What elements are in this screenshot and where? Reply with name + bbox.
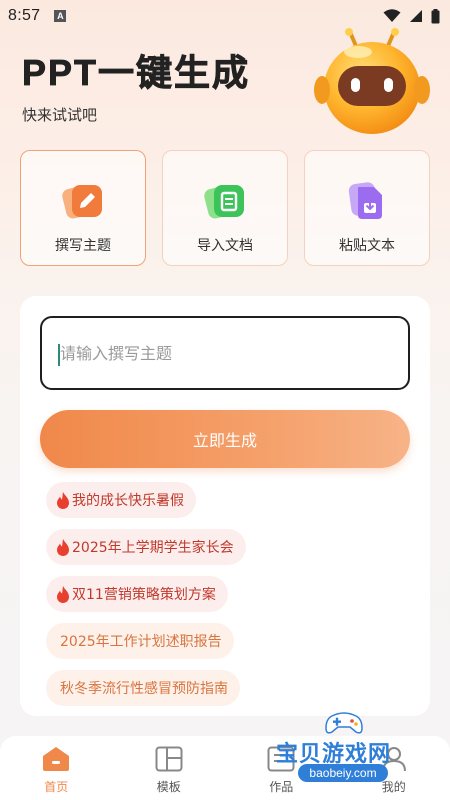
suggestion-chip[interactable]: 秋冬季流行性感冒预防指南: [46, 670, 240, 706]
suggestion-text: 秋冬季流行性感冒预防指南: [60, 681, 228, 697]
suggestion-text: 双11营销策略策划方案: [72, 587, 216, 603]
text-caret: [58, 344, 60, 366]
suggestion-list: 我的成长快乐暑假 2025年上学期学生家长会 双11营销策略策划方案 2025年…: [46, 482, 416, 717]
suggestion-text: 2025年工作计划述职报告: [60, 634, 222, 650]
document-import-icon: [204, 185, 244, 219]
topic-input-container: [40, 316, 410, 390]
home-icon: [43, 747, 70, 771]
signal-icon: [410, 10, 422, 22]
fire-icon: [57, 538, 69, 556]
suggestion-text: 2025年上学期学生家长会: [72, 540, 234, 556]
paste-file-icon: [348, 182, 382, 219]
nav-item-home[interactable]: 首页: [0, 736, 113, 800]
suggestion-text: 我的成长快乐暑假: [72, 493, 184, 509]
suggestion-chip[interactable]: 我的成长快乐暑假: [46, 482, 196, 518]
watermark-url: baobeiy.com: [298, 764, 388, 782]
nav-label: 首页: [44, 780, 69, 794]
gamepad-icon: [325, 712, 363, 734]
notification-a-icon: A: [54, 10, 67, 22]
fire-icon: [57, 585, 69, 603]
suggestion-chip[interactable]: 2025年工作计划述职报告: [46, 623, 234, 659]
mode-paste-text[interactable]: 粘贴文本: [304, 150, 430, 266]
status-icons: [383, 8, 440, 24]
fire-icon: [57, 491, 69, 509]
watermark: 宝贝游戏网 baobeiy.com: [272, 708, 432, 790]
page-title: PPT一键生成: [22, 52, 251, 94]
wifi-icon: [383, 9, 401, 22]
status-time: 8:57: [8, 7, 41, 24]
page-subtitle: 快来试试吧: [22, 106, 98, 124]
robot-mascot-icon: [314, 28, 430, 134]
mode-import-document[interactable]: 导入文档: [162, 150, 288, 266]
pencil-card-icon: [62, 185, 102, 219]
nav-label: 模板: [156, 780, 181, 794]
generate-button[interactable]: 立即生成: [40, 410, 410, 468]
main-panel: 立即生成 我的成长快乐暑假 2025年上学期学生家长会 双11营销策略策划方案 …: [20, 296, 430, 716]
mode-write-topic[interactable]: 撰写主题: [20, 150, 146, 266]
mode-selector: 撰写主题 导入文档 粘贴文本: [20, 150, 430, 266]
template-icon: [155, 746, 183, 772]
mode-label: 粘贴文本: [339, 238, 395, 254]
mode-label: 撰写主题: [55, 238, 111, 254]
suggestion-chip[interactable]: 2025年上学期学生家长会: [46, 529, 246, 565]
mode-label: 导入文档: [197, 238, 253, 254]
suggestion-chip[interactable]: 双11营销策略策划方案: [46, 576, 228, 612]
nav-item-templates[interactable]: 模板: [113, 736, 226, 800]
battery-icon: [431, 8, 440, 23]
topic-input[interactable]: [42, 318, 408, 388]
